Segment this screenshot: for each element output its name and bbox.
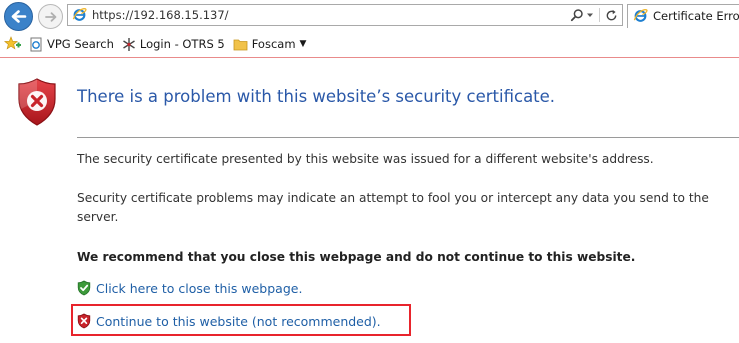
back-button[interactable] <box>4 2 33 31</box>
favorite-label: VPG Search <box>47 37 114 51</box>
tab-title: Certificate Error: <box>653 9 739 23</box>
back-arrow-icon <box>11 10 27 23</box>
continue-link-text[interactable]: Continue to this website (not recommende… <box>96 314 381 329</box>
page-icon <box>30 37 43 52</box>
address-url[interactable]: https://192.168.15.137/ <box>92 8 229 22</box>
ie-logo-icon <box>633 8 648 27</box>
refresh-icon <box>606 9 617 20</box>
forward-arrow-icon <box>44 11 56 22</box>
favorites-star-icon[interactable] <box>4 36 22 52</box>
recommendation-text: We recommend that you close this webpage… <box>77 250 636 264</box>
favorite-vpg-search[interactable]: VPG Search <box>30 37 114 52</box>
separator <box>599 8 600 22</box>
page-title: There is a problem with this website’s s… <box>77 87 556 106</box>
ie-logo-icon <box>72 7 87 26</box>
red-shield-icon <box>77 313 91 329</box>
search-icon <box>570 9 583 22</box>
chrome-divider <box>0 57 739 58</box>
warning-paragraph: Security certificate problems may indica… <box>77 191 709 224</box>
browser-chrome: https://192.168.15.137/ Certificate Erro… <box>0 0 739 60</box>
favorites-bar: VPG Search Login - OTRS 5 Foscam ▼ <box>0 33 739 55</box>
close-link-text[interactable]: Click here to close this webpage. <box>96 281 302 296</box>
divider <box>77 137 739 138</box>
continue-to-website-link[interactable]: Continue to this website (not recommende… <box>77 313 381 329</box>
favorite-foscam[interactable]: Foscam ▼ <box>233 37 307 51</box>
refresh-button[interactable] <box>605 7 618 23</box>
otrs-icon <box>122 37 136 52</box>
browser-window: https://192.168.15.137/ Certificate Erro… <box>0 0 739 343</box>
forward-button[interactable] <box>38 4 63 29</box>
folder-icon <box>233 38 248 51</box>
address-controls <box>570 7 618 23</box>
chevron-down-icon <box>587 13 593 17</box>
favorite-label: Foscam <box>251 37 296 51</box>
explanation-paragraph: The security certificate presented by th… <box>77 152 654 166</box>
tab-certificate-error[interactable]: Certificate Error: <box>627 4 739 28</box>
address-bar[interactable]: https://192.168.15.137/ <box>67 4 623 26</box>
error-shield-icon <box>16 77 58 131</box>
search-button[interactable] <box>570 7 584 23</box>
favorite-label: Login - OTRS 5 <box>139 37 225 51</box>
close-webpage-link[interactable]: Click here to close this webpage. <box>77 280 302 296</box>
favorite-login-otrs[interactable]: Login - OTRS 5 <box>122 37 225 52</box>
green-shield-icon <box>77 280 91 296</box>
address-dropdown-button[interactable] <box>586 7 594 23</box>
chevron-down-icon[interactable]: ▼ <box>300 39 307 49</box>
